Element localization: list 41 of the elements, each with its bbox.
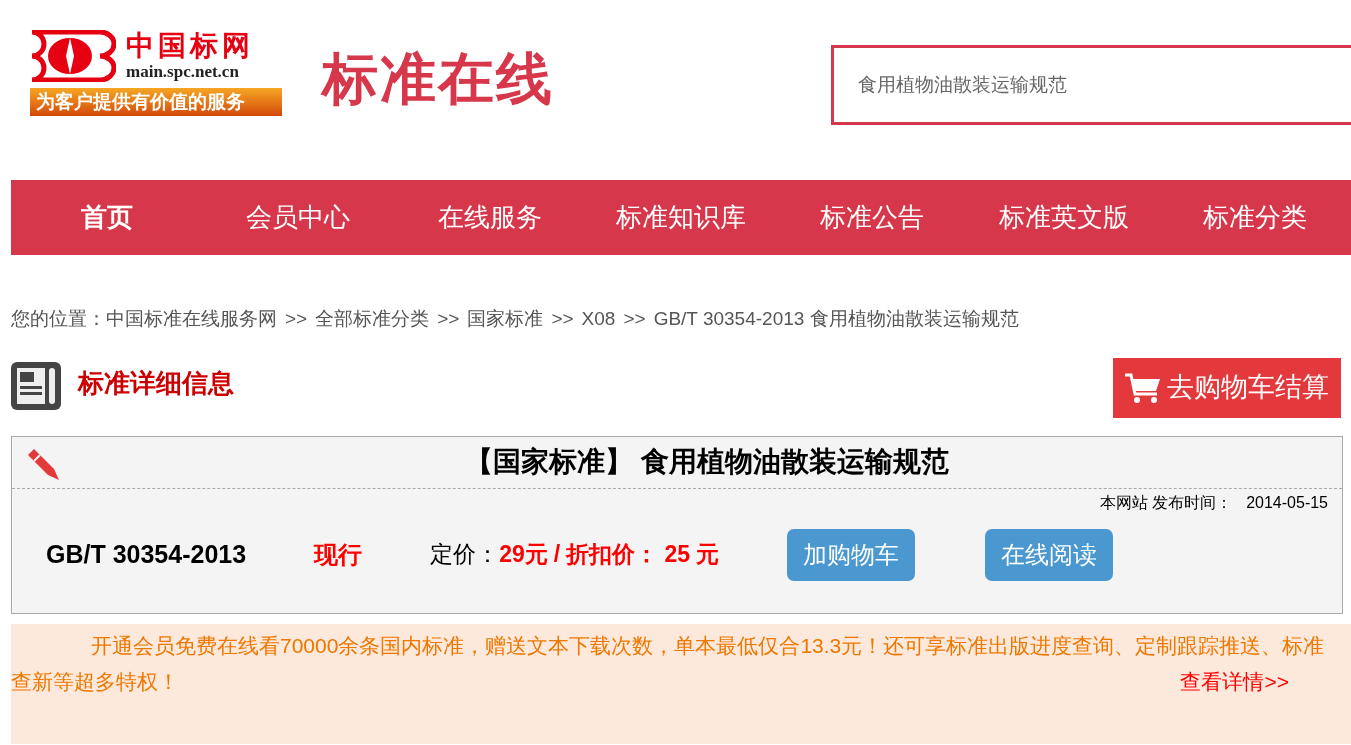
breadcrumb-link[interactable]: X08 (581, 305, 616, 334)
breadcrumb-separator: >> (437, 307, 460, 331)
standard-code: GB/T 30354-2013 (46, 538, 247, 570)
publish-date: 2014-05-15 (1246, 492, 1328, 513)
publish-label: 本网站 发布时间： (1099, 492, 1233, 513)
standard-title: 【国家标准】 食用植物油散装运输规范 (464, 445, 949, 479)
breadcrumb-separator: >> (551, 307, 574, 331)
nav-tab[interactable]: 首页 (80, 198, 133, 237)
promo-text: 开通会员免费在线看70000余条国内标准，赠送文本下载次数，单本最低仅合13.3元！还可享标准出版进度查询、定制跟踪推送、标准查新等超多特权！ 查看详情>> (11, 627, 1341, 700)
nav-tab[interactable]: 标准英文版 (998, 198, 1129, 237)
discount-label: / 折扣价： (553, 540, 659, 570)
checkout-button[interactable]: 去购物车结算 (1113, 357, 1341, 418)
nav-tab[interactable]: 标准分类 (1203, 198, 1308, 237)
list-price: 29元 (499, 540, 548, 570)
breadcrumb-link[interactable]: 国家标准 (467, 305, 544, 334)
nav-tab[interactable]: 标准知识库 (616, 198, 746, 237)
nav-tab[interactable]: 会员中心 (246, 198, 351, 237)
breadcrumb-label: 您的位置： (11, 307, 106, 331)
breadcrumb-link[interactable]: GB/T 30354-2013 食用植物油散装运输规范 (653, 305, 1019, 334)
logo-name: 中国标网 (126, 30, 254, 62)
search-field[interactable]: 食用植物油散装运输规范 (831, 45, 1351, 125)
price-label: 定价： (430, 540, 500, 570)
nav-tab[interactable]: 标准公告 (820, 198, 925, 237)
read-online-button[interactable]: 在线阅读 (985, 528, 1114, 581)
breadcrumb-separator: >> (285, 307, 308, 331)
breadcrumb-link[interactable]: 中国标准在线服务网 (106, 305, 277, 334)
section-title: 标准详细信息 (78, 366, 234, 400)
discount-price: 25 元 (664, 540, 720, 570)
site-title: 标准在线 (322, 46, 554, 112)
nav-tab[interactable]: 在线服务 (437, 198, 542, 237)
standard-status: 现行 (314, 539, 363, 570)
logo-mark-icon (30, 30, 116, 82)
details-link[interactable]: 查看详情>> (1180, 663, 1289, 700)
logo-domain: main.spc.net.cn (126, 62, 240, 82)
pencil-icon (26, 446, 60, 481)
newspaper-icon (11, 361, 61, 410)
breadcrumb-link[interactable]: 全部标准分类 (315, 305, 430, 334)
add-to-cart-button[interactable]: 加购物车 (787, 528, 916, 581)
breadcrumb-separator: >> (623, 307, 646, 331)
cart-icon (1125, 371, 1161, 404)
logo-slogan: 为客户提供有价值的服务 (30, 88, 282, 116)
